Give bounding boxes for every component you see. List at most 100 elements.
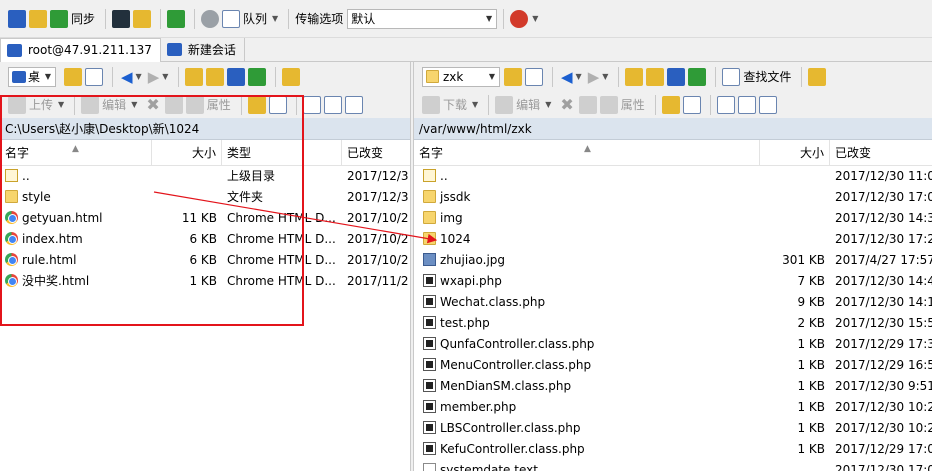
chevron-down-icon[interactable]: ▼	[532, 14, 538, 23]
transfer-options-select[interactable]: 默认 ▼	[347, 8, 498, 29]
refresh-icon[interactable]	[167, 9, 186, 28]
remote-path[interactable]: /var/www/html/zxk	[414, 118, 932, 140]
sync-button[interactable]: 同步	[71, 10, 95, 27]
forward-icon[interactable]: ▶	[588, 68, 600, 86]
chevron-down-icon[interactable]: ▼	[472, 100, 478, 109]
queue-button[interactable]: 队列	[243, 10, 267, 27]
edit-button[interactable]: 编辑	[102, 96, 126, 113]
minus-icon[interactable]	[737, 95, 756, 114]
compare-icon[interactable]	[133, 9, 152, 28]
chevron-down-icon[interactable]: ▼	[545, 100, 551, 109]
list-item[interactable]: zhujiao.jpg 301 KB 2017/4/27 17:57:	[414, 250, 932, 271]
chevron-down-icon[interactable]: ▼	[576, 72, 582, 81]
queue-icon[interactable]	[222, 9, 241, 28]
chevron-down-icon[interactable]: ▼	[162, 72, 168, 81]
properties-button[interactable]: 属性	[207, 96, 231, 113]
col-modified[interactable]: 已改变	[342, 140, 410, 166]
list-item[interactable]: wxapi.php 7 KB 2017/12/30 14:40	[414, 271, 932, 292]
list-item[interactable]: systemdate.text 2017/12/30 17:00	[414, 460, 932, 471]
new-file-icon[interactable]	[268, 95, 287, 114]
transfer-settings-icon[interactable]	[510, 9, 529, 28]
open-folder-icon[interactable]	[504, 67, 522, 86]
tree-icon[interactable]	[282, 67, 301, 86]
delete-icon[interactable]: ✖	[146, 95, 159, 114]
list-item[interactable]: KefuController.class.php 1 KB 2017/12/29 1…	[414, 439, 932, 460]
list-item[interactable]: QunfaController.class.php 1 KB 2017/12/29 …	[414, 334, 932, 355]
chevron-down-icon[interactable]: ▼	[272, 14, 278, 23]
open-folder-icon[interactable]	[64, 67, 82, 86]
chevron-down-icon[interactable]: ▼	[136, 72, 142, 81]
back-icon[interactable]: ◀	[121, 68, 133, 86]
filter-icon[interactable]	[758, 95, 777, 114]
rename-icon[interactable]	[578, 95, 597, 114]
list-item[interactable]: test.php 2 KB 2017/12/30 15:50	[414, 313, 932, 334]
sync-icon[interactable]	[50, 9, 68, 28]
list-item[interactable]: 没中奖.html 1 KB Chrome HTML D... 2017/11/2	[0, 271, 410, 292]
plus-icon[interactable]	[302, 95, 321, 114]
parent-dir-icon[interactable]	[625, 67, 644, 86]
list-item[interactable]: member.php 1 KB 2017/12/30 10:20	[414, 397, 932, 418]
edit-icon[interactable]	[495, 95, 514, 114]
list-item[interactable]: index.htm 6 KB Chrome HTML D... 2017/10/2	[0, 229, 410, 250]
edit-button[interactable]: 编辑	[516, 96, 540, 113]
folder-sync-icon[interactable]	[29, 9, 47, 28]
terminal-icon[interactable]	[112, 9, 131, 28]
tab-session[interactable]: root@47.91.211.137	[0, 37, 161, 62]
home-icon[interactable]	[227, 67, 246, 86]
delete-icon[interactable]: ✖	[560, 95, 573, 114]
col-type[interactable]: 类型	[222, 140, 342, 166]
list-item[interactable]: MenDianSM.class.php 1 KB 2017/12/30 9:51:	[414, 376, 932, 397]
upload-icon[interactable]	[8, 95, 26, 114]
home-icon[interactable]	[667, 67, 686, 86]
root-dir-icon[interactable]	[646, 67, 665, 86]
rename-icon[interactable]	[164, 95, 183, 114]
chevron-down-icon[interactable]: ▼	[131, 100, 137, 109]
new-folder-icon[interactable]	[247, 95, 266, 114]
list-item[interactable]: MenuController.class.php 1 KB 2017/12/29 1…	[414, 355, 932, 376]
tree-icon[interactable]	[808, 67, 827, 86]
new-folder-icon[interactable]	[661, 95, 680, 114]
grid-icon[interactable]	[8, 9, 26, 28]
remote-dir-select[interactable]: zxk ▼	[422, 66, 500, 87]
root-dir-icon[interactable]	[206, 67, 225, 86]
local-path[interactable]: C:\Users\赵小康\Desktop\新\1024	[0, 118, 410, 140]
parent-dir-icon[interactable]	[185, 67, 204, 86]
find-files-button[interactable]: 查找文件	[743, 68, 791, 85]
search-icon[interactable]	[722, 67, 741, 86]
local-drive-select[interactable]: 桌 ▼	[8, 66, 56, 87]
filter-icon[interactable]	[525, 67, 543, 86]
refresh-icon[interactable]	[248, 67, 267, 86]
list-item[interactable]: Wechat.class.php 9 KB 2017/12/30 14:17	[414, 292, 932, 313]
list-item[interactable]: LBSController.class.php 1 KB 2017/12/30 10…	[414, 418, 932, 439]
list-item[interactable]: .. 上级目录 2017/12/3	[0, 166, 410, 187]
chevron-down-icon[interactable]: ▼	[602, 72, 608, 81]
edit-icon[interactable]	[81, 95, 100, 114]
col-name[interactable]: 名字 ▲	[414, 140, 760, 166]
download-button[interactable]: 下载	[443, 96, 467, 113]
filter-icon[interactable]	[85, 67, 103, 86]
plus-icon[interactable]	[716, 95, 735, 114]
list-item[interactable]: style 文件夹 2017/12/3	[0, 187, 410, 208]
chevron-down-icon[interactable]: ▼	[58, 100, 64, 109]
gear-icon[interactable]	[201, 9, 220, 28]
back-icon[interactable]: ◀	[561, 68, 573, 86]
upload-button[interactable]: 上传	[29, 96, 53, 113]
new-file-icon[interactable]	[682, 95, 701, 114]
properties-button[interactable]: 属性	[621, 96, 645, 113]
list-item[interactable]: getyuan.html 11 KB Chrome HTML D... 2017/10…	[0, 208, 410, 229]
list-item[interactable]: rule.html 6 KB Chrome HTML D... 2017/10/2	[0, 250, 410, 271]
col-size[interactable]: 大小	[152, 140, 222, 166]
list-item[interactable]: 1024 2017/12/30 17:22	[414, 229, 932, 250]
forward-icon[interactable]: ▶	[148, 68, 160, 86]
minus-icon[interactable]	[323, 95, 342, 114]
list-item[interactable]: jssdk 2017/12/30 17:09	[414, 187, 932, 208]
properties-icon[interactable]	[185, 95, 204, 114]
col-size[interactable]: 大小	[760, 140, 830, 166]
refresh-icon[interactable]	[688, 67, 707, 86]
list-item[interactable]: .. 2017/12/30 11:06	[414, 166, 932, 187]
download-icon[interactable]	[422, 95, 440, 114]
tab-new-session[interactable]: 新建会话	[161, 37, 245, 62]
col-modified[interactable]: 已改变	[830, 140, 932, 166]
list-item[interactable]: img 2017/12/30 14:39	[414, 208, 932, 229]
filter-icon[interactable]	[344, 95, 363, 114]
